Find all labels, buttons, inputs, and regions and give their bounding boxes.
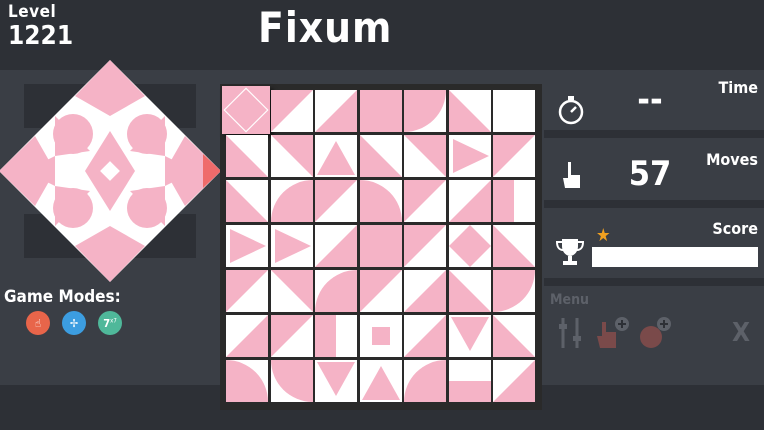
add-hand-icon[interactable] xyxy=(594,316,630,352)
puzzle-tile[interactable] xyxy=(448,135,491,177)
moves-label: Moves xyxy=(706,150,758,169)
puzzle-tile[interactable] xyxy=(359,90,402,132)
puzzle-tile[interactable] xyxy=(493,270,535,312)
puzzle-tile[interactable] xyxy=(270,270,313,312)
puzzle-tile[interactable] xyxy=(270,180,313,222)
puzzle-tile[interactable] xyxy=(270,135,313,177)
puzzle-tile[interactable] xyxy=(359,225,402,267)
fan-icon: ✢ xyxy=(69,316,79,330)
star-icon: ★ xyxy=(596,225,611,246)
target-pattern-preview xyxy=(0,60,221,282)
puzzle-tile[interactable] xyxy=(226,180,268,222)
puzzle-tile[interactable] xyxy=(404,360,446,402)
puzzle-tile[interactable] xyxy=(493,90,535,132)
puzzle-tile[interactable] xyxy=(270,225,313,267)
time-label: Time xyxy=(718,78,758,97)
puzzle-tile[interactable] xyxy=(359,315,402,357)
game-modes-label: Game Modes: xyxy=(4,287,121,307)
preview-marker xyxy=(203,154,221,188)
puzzle-tile[interactable] xyxy=(226,360,268,402)
puzzle-tile[interactable] xyxy=(359,180,402,222)
stopwatch-icon xyxy=(558,96,584,125)
puzzle-tile[interactable] xyxy=(315,225,357,267)
puzzle-tile[interactable] xyxy=(404,135,446,177)
puzzle-tile[interactable] xyxy=(493,360,535,402)
puzzle-tile[interactable] xyxy=(226,270,268,312)
puzzle-tile[interactable] xyxy=(359,135,402,177)
puzzle-tile[interactable] xyxy=(448,360,491,402)
stats-divider-1 xyxy=(544,130,764,138)
seven-mode-button[interactable]: 7x7 xyxy=(98,311,122,335)
game-title: Fixum xyxy=(258,3,393,52)
puzzle-tile[interactable] xyxy=(315,180,357,222)
puzzle-tile[interactable] xyxy=(270,90,313,132)
puzzle-tile[interactable] xyxy=(404,315,446,357)
puzzle-tile[interactable] xyxy=(359,270,402,312)
puzzle-tile[interactable] xyxy=(226,225,268,267)
puzzle-tile[interactable] xyxy=(404,270,446,312)
puzzle-tile[interactable] xyxy=(448,270,491,312)
trophy-icon xyxy=(555,239,585,265)
puzzle-tile[interactable] xyxy=(404,90,446,132)
puzzle-tile[interactable] xyxy=(448,225,491,267)
puzzle-tile[interactable] xyxy=(448,315,491,357)
fan-mode-button[interactable]: ✢ xyxy=(62,311,86,335)
puzzle-tile[interactable] xyxy=(315,315,357,357)
stats-divider-3 xyxy=(544,278,764,286)
pointer-hand-icon xyxy=(563,162,580,188)
puzzle-tile[interactable] xyxy=(359,360,402,402)
hand-mode-button[interactable]: ☝ xyxy=(26,311,50,335)
time-value: -- xyxy=(637,80,663,120)
puzzle-tile[interactable] xyxy=(315,135,357,177)
puzzle-tile[interactable] xyxy=(226,315,268,357)
level-label: Level xyxy=(8,2,57,22)
puzzle-tile[interactable] xyxy=(226,135,268,177)
puzzle-board xyxy=(220,84,542,410)
sliders-icon[interactable] xyxy=(556,316,584,350)
puzzle-tile[interactable] xyxy=(493,225,535,267)
puzzle-tile[interactable] xyxy=(448,90,491,132)
puzzle-tile[interactable] xyxy=(404,180,446,222)
seven-icon: 7x7 xyxy=(103,316,117,330)
puzzle-tile[interactable] xyxy=(493,180,535,222)
close-button[interactable]: X xyxy=(732,318,750,348)
puzzle-tile[interactable] xyxy=(493,315,535,357)
moves-value: 57 xyxy=(628,154,672,194)
selected-tile[interactable] xyxy=(222,86,270,134)
score-label: Score xyxy=(712,219,758,238)
puzzle-tile[interactable] xyxy=(448,180,491,222)
puzzle-tile[interactable] xyxy=(493,135,535,177)
hand-icon: ☝ xyxy=(34,316,42,330)
puzzle-tile[interactable] xyxy=(315,360,357,402)
puzzle-tile[interactable] xyxy=(315,90,357,132)
puzzle-tile[interactable] xyxy=(315,270,357,312)
menu-label: Menu xyxy=(550,292,590,308)
puzzle-tile[interactable] xyxy=(404,225,446,267)
add-bomb-icon[interactable] xyxy=(636,316,672,352)
puzzle-tile[interactable] xyxy=(270,360,313,402)
stats-divider-2 xyxy=(544,200,764,208)
score-bar xyxy=(592,247,758,267)
level-number: 1221 xyxy=(8,21,74,51)
puzzle-tile[interactable] xyxy=(270,315,313,357)
